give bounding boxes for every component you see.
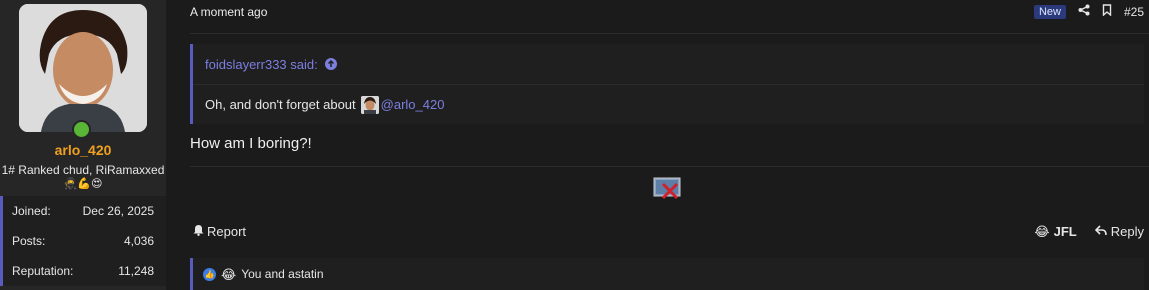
stat-value: 11,248: [118, 264, 154, 278]
broken-image-icon: [653, 175, 683, 201]
stat-posts: Posts: 4,036: [0, 226, 166, 256]
quote-block: foidslayerr333 said: Oh, and don't forge…: [190, 44, 1144, 124]
new-badge: New: [1033, 4, 1066, 19]
report-label: Report: [207, 224, 247, 239]
user-title: 1# Ranked chud, RiRamaxxed: [1, 163, 165, 177]
reactions-summary[interactable]: You and astatin: [241, 267, 323, 281]
post-time[interactable]: A moment ago: [190, 5, 267, 19]
stat-label: Posts:: [12, 234, 46, 248]
laugh-icon: 😂: [221, 266, 237, 282]
jfl-label: JFL: [1053, 224, 1077, 239]
divider: [190, 166, 1149, 167]
username[interactable]: arlo_420: [0, 142, 166, 158]
avatar[interactable]: [19, 4, 147, 132]
like-icon: 👍: [203, 267, 216, 281]
quote-body: Oh, and don't forget about @arlo_420: [193, 85, 1144, 124]
post-message: How am I boring?!: [190, 135, 312, 152]
post-main: A moment ago New #25 foidslayerr333 said…: [180, 0, 1149, 290]
reactions-bar[interactable]: 👍 😂 You and astatin: [190, 258, 1144, 290]
online-status-dot: [72, 120, 91, 139]
bell-icon: [193, 224, 204, 239]
report-button[interactable]: Report: [193, 224, 246, 239]
divider: [190, 33, 1149, 34]
reply-label: Reply: [1110, 224, 1144, 239]
quote-text: Oh, and don't forget about: [205, 97, 356, 112]
post-header-actions: New #25: [1033, 4, 1144, 19]
reply-button[interactable]: Reply: [1094, 224, 1144, 239]
stat-value: 4,036: [123, 234, 154, 248]
quote-header[interactable]: foidslayerr333 said:: [193, 44, 1144, 85]
share-icon[interactable]: [1078, 4, 1090, 19]
arrow-up-icon[interactable]: [324, 58, 337, 70]
user-banners: 🥷💪😍: [63, 178, 103, 190]
post-number[interactable]: #25: [1124, 5, 1144, 19]
stat-joined: Joined: Dec 26, 2025: [0, 196, 166, 226]
stat-value: Dec 26, 2025: [82, 204, 154, 218]
reply-icon: [1094, 224, 1107, 239]
bookmark-icon[interactable]: [1102, 4, 1112, 19]
user-sidebar: arlo_420 1# Ranked chud, RiRamaxxed 🥷💪😍 …: [0, 0, 166, 290]
stat-label: Reputation:: [12, 264, 74, 278]
laugh-icon: 😂: [1034, 224, 1050, 239]
stat-label: Joined:: [12, 204, 51, 218]
jfl-reaction-button[interactable]: 😂 JFL: [1034, 224, 1076, 239]
quote-author[interactable]: foidslayerr333 said:: [205, 57, 318, 72]
mention-avatar: [360, 95, 379, 114]
post-footer-actions: 😂 JFL Reply: [1034, 224, 1144, 239]
stat-reputation: Reputation: 11,248: [0, 256, 166, 286]
user-mention-link[interactable]: @arlo_420: [381, 97, 445, 112]
